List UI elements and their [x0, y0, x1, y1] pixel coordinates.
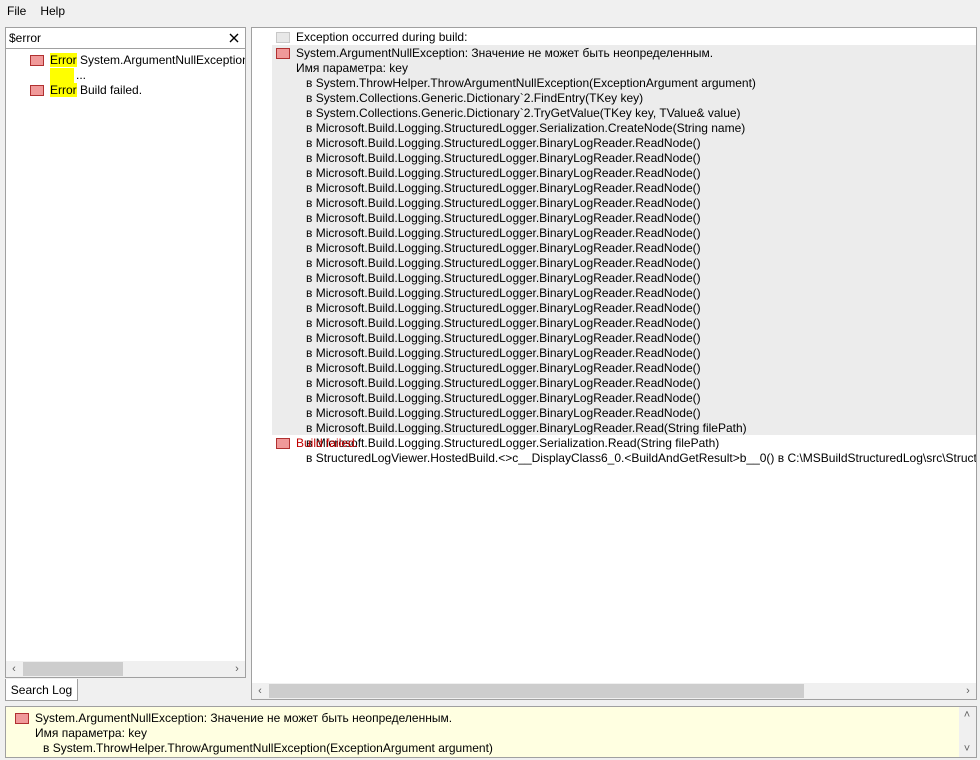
stack-frame: в System.ThrowHelper.ThrowArgumentNullEx…: [306, 76, 756, 90]
bottom-line-3: в System.ThrowHelper.ThrowArgumentNullEx…: [43, 741, 493, 755]
bottom-message[interactable]: System.ArgumentNullException: Значение н…: [6, 707, 958, 757]
stack-frame: в Microsoft.Build.Logging.StructuredLogg…: [306, 136, 701, 150]
stack-frame: в Microsoft.Build.Logging.StructuredLogg…: [306, 226, 701, 240]
stack-frame: в Microsoft.Build.Logging.StructuredLogg…: [306, 166, 701, 180]
bottom-vertical-scrollbar[interactable]: ˄ ˅: [959, 707, 976, 757]
search-result-item[interactable]: Error Build failed.: [6, 83, 245, 98]
left-horizontal-scrollbar[interactable]: ‹ ›: [6, 661, 245, 677]
scrollbar-thumb[interactable]: [269, 684, 804, 698]
search-result-item-continuation: ...: [50, 53, 86, 83]
stack-frame: в Microsoft.Build.Logging.StructuredLogg…: [306, 121, 746, 135]
scroll-up-arrow-icon[interactable]: ˄: [959, 707, 975, 723]
error-icon: [30, 55, 44, 66]
bottom-message-panel: System.ArgumentNullException: Значение н…: [5, 706, 977, 758]
stack-frame: в Microsoft.Build.Logging.StructuredLogg…: [306, 286, 701, 300]
result-kind-label: Error: [50, 83, 77, 97]
scroll-right-arrow-icon[interactable]: ›: [229, 661, 245, 677]
menu-bar: File Help: [0, 0, 980, 22]
search-input[interactable]: [8, 29, 223, 47]
menu-help[interactable]: Help: [33, 0, 72, 22]
result-text: System.ArgumentNullException: [76, 53, 245, 67]
search-results: Error System.ArgumentNullException ... E…: [6, 50, 245, 660]
build-failed-text: Build failed.: [296, 436, 359, 450]
tab-search-log[interactable]: Search Log: [5, 679, 78, 701]
scroll-left-arrow-icon[interactable]: ‹: [252, 683, 268, 699]
exception-title: System.ArgumentNullException: Значение н…: [296, 46, 714, 60]
stack-frame: в System.Collections.Generic.Dictionary`…: [306, 106, 741, 120]
stack-frame: в Microsoft.Build.Logging.StructuredLogg…: [306, 331, 701, 345]
close-icon: [229, 33, 239, 43]
scroll-right-arrow-icon[interactable]: ›: [960, 683, 976, 699]
stack-frame: в Microsoft.Build.Logging.StructuredLogg…: [306, 421, 747, 435]
stack-frame: в Microsoft.Build.Logging.StructuredLogg…: [306, 271, 701, 285]
stack-frame: в Microsoft.Build.Logging.StructuredLogg…: [306, 361, 701, 375]
stack-frame: в Microsoft.Build.Logging.StructuredLogg…: [306, 406, 701, 420]
bottom-line-1: System.ArgumentNullException: Значение н…: [35, 711, 453, 725]
scroll-left-arrow-icon[interactable]: ‹: [6, 661, 22, 677]
stack-frame: в Microsoft.Build.Logging.StructuredLogg…: [306, 391, 701, 405]
stack-frame: в Microsoft.Build.Logging.StructuredLogg…: [306, 151, 701, 165]
detail-content: Exception occurred during build: System.…: [252, 28, 976, 683]
info-icon: [276, 32, 290, 43]
stack-frame: в Microsoft.Build.Logging.StructuredLogg…: [306, 181, 701, 195]
bottom-line-2: Имя параметра: key: [35, 726, 147, 740]
search-result-item[interactable]: Error System.ArgumentNullException: [6, 53, 245, 68]
error-icon: [276, 438, 290, 449]
result-kind-label: Error: [50, 53, 77, 67]
exception-header: Exception occurred during build:: [296, 30, 468, 44]
stack-frame: в Microsoft.Build.Logging.StructuredLogg…: [306, 346, 701, 360]
stack-frame: в Microsoft.Build.Logging.StructuredLogg…: [306, 196, 701, 210]
detail-horizontal-scrollbar[interactable]: ‹ ›: [252, 683, 976, 699]
error-icon: [30, 85, 44, 96]
param-line: Имя параметра: key: [296, 61, 408, 75]
error-icon: [276, 48, 290, 59]
stack-frame: в Microsoft.Build.Logging.StructuredLogg…: [306, 316, 701, 330]
menu-file[interactable]: File: [0, 0, 33, 22]
stack-frame: в Microsoft.Build.Logging.StructuredLogg…: [306, 211, 701, 225]
stack-frame: в Microsoft.Build.Logging.StructuredLogg…: [306, 376, 701, 390]
detail-panel: Exception occurred during build: System.…: [251, 27, 977, 700]
result-text: Build failed.: [76, 83, 143, 97]
clear-search-button[interactable]: [226, 29, 242, 47]
exception-header-row[interactable]: Exception occurred during build:: [252, 30, 976, 45]
result-more: ...: [76, 68, 87, 82]
stack-frame: в System.Collections.Generic.Dictionary`…: [306, 91, 644, 105]
stack-frame: в Microsoft.Build.Logging.StructuredLogg…: [306, 241, 701, 255]
search-panel: Error System.ArgumentNullException ... E…: [5, 27, 246, 678]
search-box: [6, 28, 245, 49]
highlight-block: [50, 68, 74, 83]
stack-frame: в Microsoft.Build.Logging.StructuredLogg…: [306, 256, 701, 270]
error-icon: [15, 713, 29, 724]
stack-frame: в StructuredLogViewer.HostedBuild.<>c__D…: [306, 451, 976, 465]
scrollbar-thumb[interactable]: [23, 662, 123, 676]
stack-frame: в Microsoft.Build.Logging.StructuredLogg…: [306, 301, 701, 315]
scroll-down-arrow-icon[interactable]: ˅: [959, 741, 975, 757]
stack-frame: в Microsoft.Build.Logging.StructuredLogg…: [306, 436, 720, 450]
